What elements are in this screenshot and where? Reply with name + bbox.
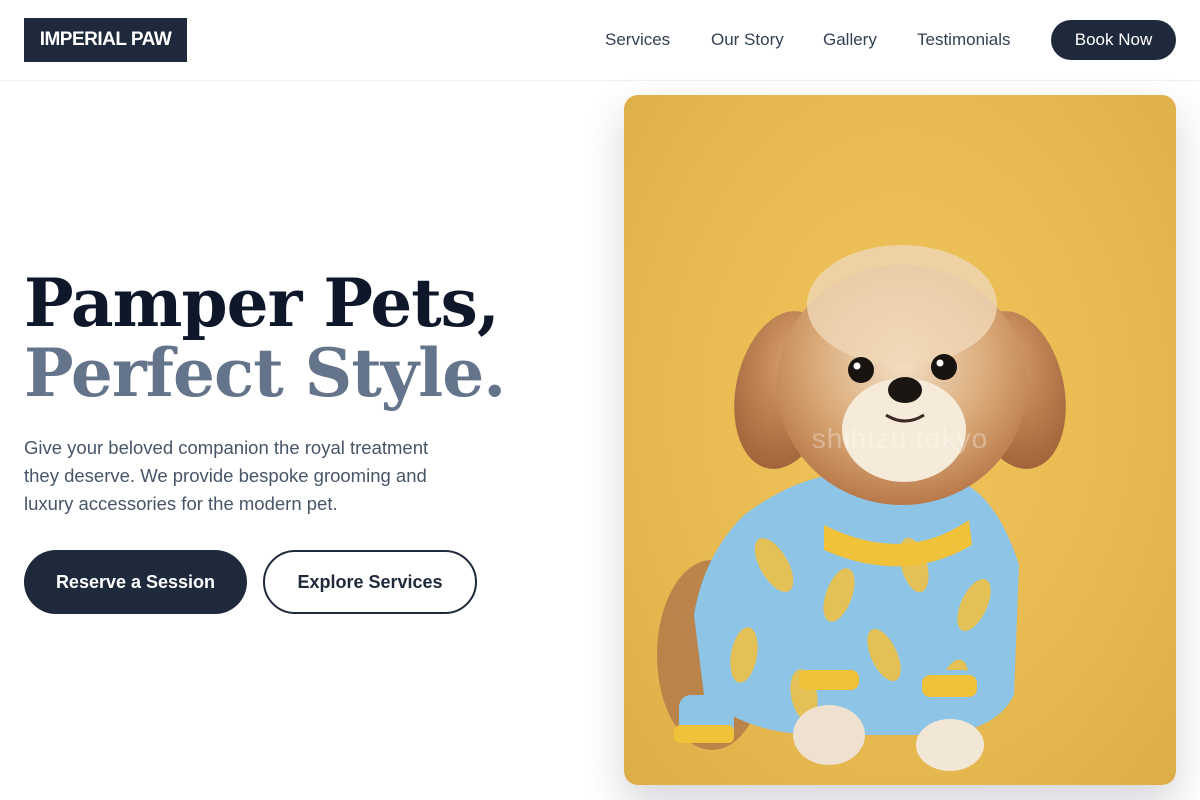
brand-logo[interactable]: IMPERIAL PAW — [24, 18, 187, 62]
book-now-button[interactable]: Book Now — [1051, 20, 1176, 60]
explore-services-button[interactable]: Explore Services — [263, 550, 477, 614]
hero-image-card: shihtzu.tokyo — [624, 95, 1176, 785]
hero-headline: Pamper Pets, Perfect Style. — [24, 264, 506, 412]
top-navigation-bar: IMPERIAL PAW Services Our Story Gallery … — [0, 0, 1200, 81]
hero-description: Give your beloved companion the royal tr… — [24, 437, 429, 514]
image-watermark: shihtzu.tokyo — [811, 423, 989, 454]
nav-link-services[interactable]: Services — [605, 30, 670, 50]
nav-link-our-story[interactable]: Our Story — [711, 30, 784, 50]
nav-link-gallery[interactable]: Gallery — [823, 30, 877, 50]
reserve-session-button[interactable]: Reserve a Session — [24, 550, 247, 614]
headline-line-1: Pamper Pets, — [24, 264, 500, 342]
headline-line-2: Perfect Style. — [24, 334, 506, 412]
nav-link-testimonials[interactable]: Testimonials — [917, 30, 1011, 50]
